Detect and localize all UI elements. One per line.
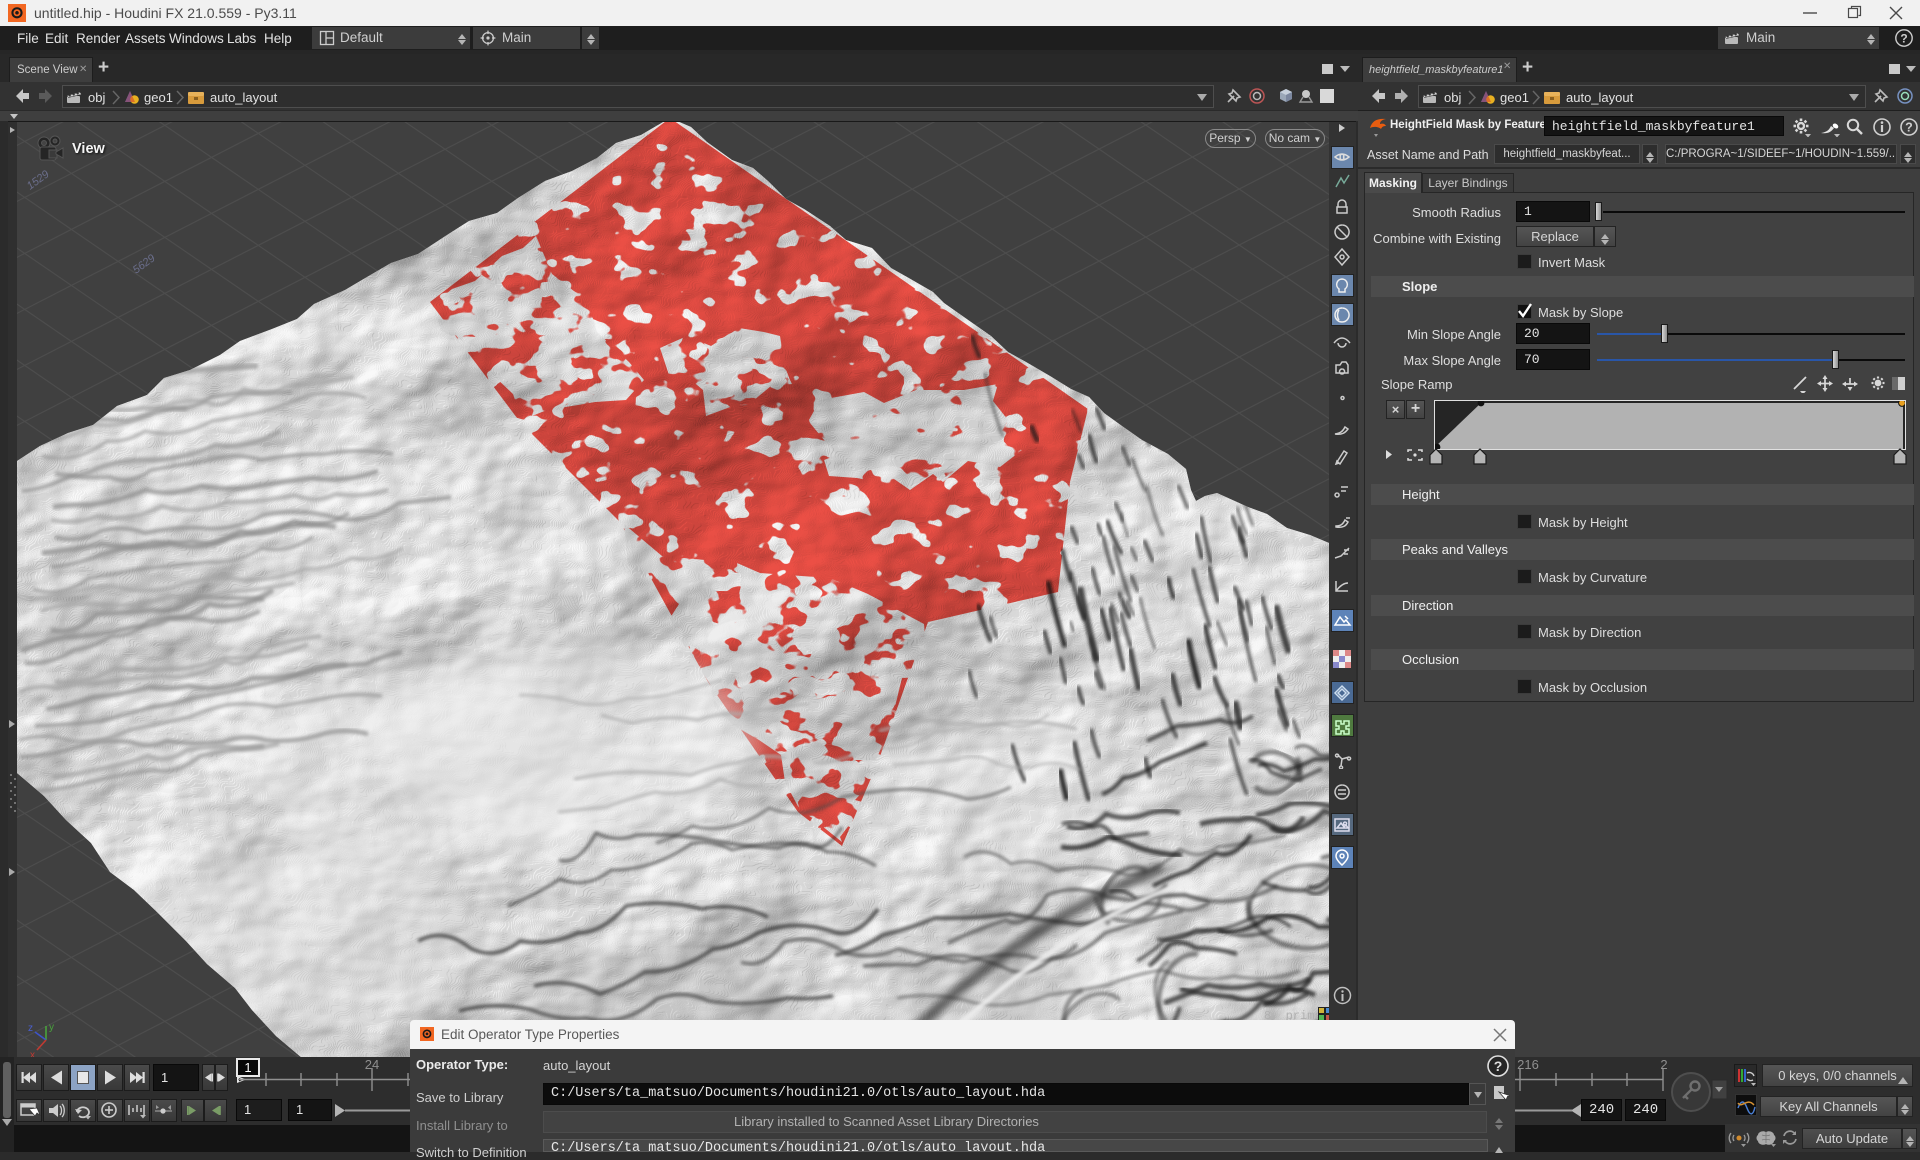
svg-text:?: ? bbox=[1905, 121, 1913, 135]
svg-text:?: ? bbox=[1494, 1058, 1503, 1074]
svg-text:2: 2 bbox=[1660, 1057, 1667, 1072]
svg-text:y: y bbox=[49, 1022, 54, 1033]
svg-text:216: 216 bbox=[1517, 1057, 1539, 1072]
svg-text:?: ? bbox=[1900, 32, 1907, 46]
svg-text:24: 24 bbox=[365, 1057, 379, 1072]
svg-text:z: z bbox=[28, 1023, 33, 1034]
